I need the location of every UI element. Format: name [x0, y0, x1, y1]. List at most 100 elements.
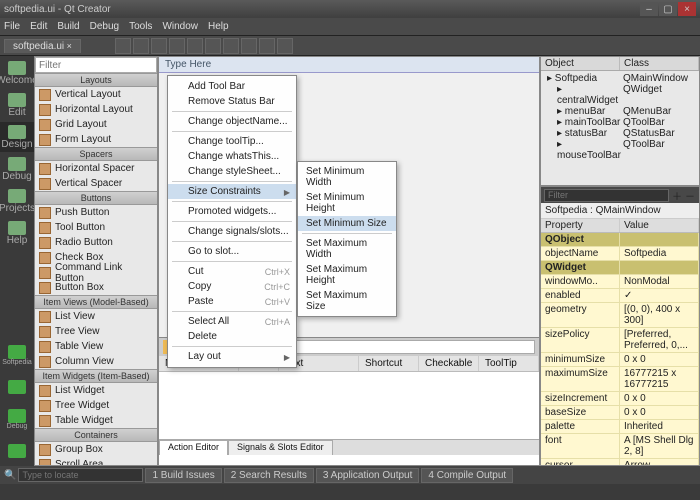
- widget-item[interactable]: Horizontal Layout: [35, 102, 157, 117]
- dock-tab[interactable]: Signals & Slots Editor: [228, 440, 333, 455]
- ctx-change-tooltip-[interactable]: Change toolTip...: [168, 134, 296, 149]
- output-pane-button[interactable]: 3 Application Output: [316, 468, 420, 483]
- ctx-change-signals-slots-[interactable]: Change signals/slots...: [168, 224, 296, 239]
- sub-set-minimum-height[interactable]: Set Minimum Height: [298, 190, 396, 216]
- minus-icon[interactable]: －: [685, 188, 695, 203]
- widget-section-header[interactable]: Item Views (Model-Based): [35, 295, 157, 309]
- minimize-button[interactable]: –: [640, 2, 658, 16]
- toolbar-button[interactable]: [241, 38, 257, 54]
- property-row[interactable]: objectNameSoftpedia: [541, 247, 699, 261]
- ctx-paste[interactable]: PasteCtrl+V: [168, 294, 296, 309]
- object-row[interactable]: ▸ menuBarQMenuBar: [543, 106, 697, 117]
- toolbar-button[interactable]: [115, 38, 131, 54]
- col-class[interactable]: Class: [620, 57, 699, 70]
- toolbar-button[interactable]: [223, 38, 239, 54]
- plus-icon[interactable]: ＋: [672, 188, 682, 203]
- property-row[interactable]: fontA [MS Shell Dlg 2, 8]: [541, 434, 699, 459]
- widget-item[interactable]: Table View: [35, 339, 157, 354]
- widget-item[interactable]: Tree View: [35, 324, 157, 339]
- widget-item[interactable]: Push Button: [35, 205, 157, 220]
- ctx-cut[interactable]: CutCtrl+X: [168, 264, 296, 279]
- mode-welcome[interactable]: Welcome: [0, 58, 34, 88]
- property-row[interactable]: sizePolicy[Preferred, Preferred, 0,...: [541, 328, 699, 353]
- output-pane-button[interactable]: 4 Compile Output: [421, 468, 513, 483]
- run-control[interactable]: Debug: [0, 404, 34, 434]
- toolbar-button[interactable]: [169, 38, 185, 54]
- property-row[interactable]: QWidget: [541, 261, 699, 275]
- action-col[interactable]: Shortcut: [359, 356, 419, 371]
- mode-edit[interactable]: Edit: [0, 90, 34, 120]
- close-button[interactable]: ×: [678, 2, 696, 16]
- menu-edit[interactable]: Edit: [30, 21, 47, 32]
- toolbar-button[interactable]: [187, 38, 203, 54]
- output-pane-button[interactable]: 1 Build Issues: [145, 468, 221, 483]
- property-filter-input[interactable]: [544, 189, 669, 202]
- widget-item[interactable]: Scroll Area: [35, 457, 157, 465]
- property-row[interactable]: minimumSize0 x 0: [541, 353, 699, 367]
- property-row[interactable]: enabled✓: [541, 289, 699, 303]
- widget-section-header[interactable]: Item Widgets (Item-Based): [35, 369, 157, 383]
- toolbar-button[interactable]: [259, 38, 275, 54]
- property-row[interactable]: sizeIncrement0 x 0: [541, 392, 699, 406]
- col-property[interactable]: Property: [541, 219, 620, 232]
- widget-item[interactable]: Table Widget: [35, 413, 157, 428]
- dock-tab[interactable]: Action Editor: [159, 440, 228, 455]
- widget-item[interactable]: Radio Button: [35, 235, 157, 250]
- sub-set-maximum-height[interactable]: Set Maximum Height: [298, 262, 396, 288]
- property-row[interactable]: windowMo..NonModal: [541, 275, 699, 289]
- ctx-change-stylesheet-[interactable]: Change styleSheet...: [168, 164, 296, 179]
- property-row[interactable]: geometry[(0, 0), 400 x 300]: [541, 303, 699, 328]
- property-row[interactable]: QObject: [541, 233, 699, 247]
- run-control[interactable]: [0, 372, 34, 402]
- locator-icon[interactable]: 🔍: [4, 470, 16, 481]
- mode-debug[interactable]: Debug: [0, 154, 34, 184]
- run-control[interactable]: Softpedia: [0, 340, 34, 370]
- widget-item[interactable]: Tool Button: [35, 220, 157, 235]
- menu-tools[interactable]: Tools: [129, 21, 152, 32]
- ctx-promoted-widgets-[interactable]: Promoted widgets...: [168, 204, 296, 219]
- menu-file[interactable]: File: [4, 21, 20, 32]
- property-row[interactable]: maximumSize16777215 x 16777215: [541, 367, 699, 392]
- object-row[interactable]: ▸ SoftpediaQMainWindow: [543, 73, 697, 84]
- property-row[interactable]: paletteInherited: [541, 420, 699, 434]
- ctx-copy[interactable]: CopyCtrl+C: [168, 279, 296, 294]
- col-value[interactable]: Value: [620, 219, 699, 232]
- action-col[interactable]: Checkable: [419, 356, 479, 371]
- object-row[interactable]: ▸ mouseToolBarQToolBar: [543, 139, 697, 161]
- sub-set-minimum-size[interactable]: Set Minimum Size: [298, 216, 396, 231]
- object-row[interactable]: ▸ centralWidgetQWidget: [543, 84, 697, 106]
- ctx-go-to-slot-[interactable]: Go to slot...: [168, 244, 296, 259]
- ctx-size-constraints[interactable]: Size Constraints▶: [168, 184, 296, 199]
- action-col[interactable]: ToolTip: [479, 356, 539, 371]
- ctx-add-tool-bar[interactable]: Add Tool Bar: [168, 79, 296, 94]
- widget-item[interactable]: List View: [35, 309, 157, 324]
- toolbar-button[interactable]: [151, 38, 167, 54]
- widget-item[interactable]: Vertical Layout: [35, 87, 157, 102]
- col-object[interactable]: Object: [541, 57, 620, 70]
- object-row[interactable]: ▸ mainToolBarQToolBar: [543, 117, 697, 128]
- mode-projects[interactable]: Projects: [0, 186, 34, 216]
- output-pane-button[interactable]: 2 Search Results: [224, 468, 314, 483]
- mode-help[interactable]: Help: [0, 218, 34, 248]
- widget-section-header[interactable]: Layouts: [35, 73, 157, 87]
- widget-section-header[interactable]: Spacers: [35, 147, 157, 161]
- menu-help[interactable]: Help: [208, 21, 229, 32]
- action-filter-input[interactable]: [271, 340, 535, 354]
- toolbar-button[interactable]: [205, 38, 221, 54]
- widget-item[interactable]: Command Link Button: [35, 265, 157, 280]
- property-row[interactable]: cursorArrow: [541, 459, 699, 465]
- menu-type-here[interactable]: Type Here: [159, 57, 539, 73]
- sub-set-minimum-width[interactable]: Set Minimum Width: [298, 164, 396, 190]
- mode-design[interactable]: Design: [0, 122, 34, 152]
- ctx-delete[interactable]: Delete: [168, 329, 296, 344]
- widget-item[interactable]: Horizontal Spacer: [35, 161, 157, 176]
- widget-item[interactable]: Form Layout: [35, 132, 157, 147]
- widget-item[interactable]: Group Box: [35, 442, 157, 457]
- sub-set-maximum-width[interactable]: Set Maximum Width: [298, 236, 396, 262]
- menu-debug[interactable]: Debug: [90, 21, 119, 32]
- object-row[interactable]: ▸ statusBarQStatusBar: [543, 128, 697, 139]
- widget-section-header[interactable]: Containers: [35, 428, 157, 442]
- widget-item[interactable]: Column View: [35, 354, 157, 369]
- widget-item[interactable]: Vertical Spacer: [35, 176, 157, 191]
- widget-filter-input[interactable]: [35, 57, 157, 73]
